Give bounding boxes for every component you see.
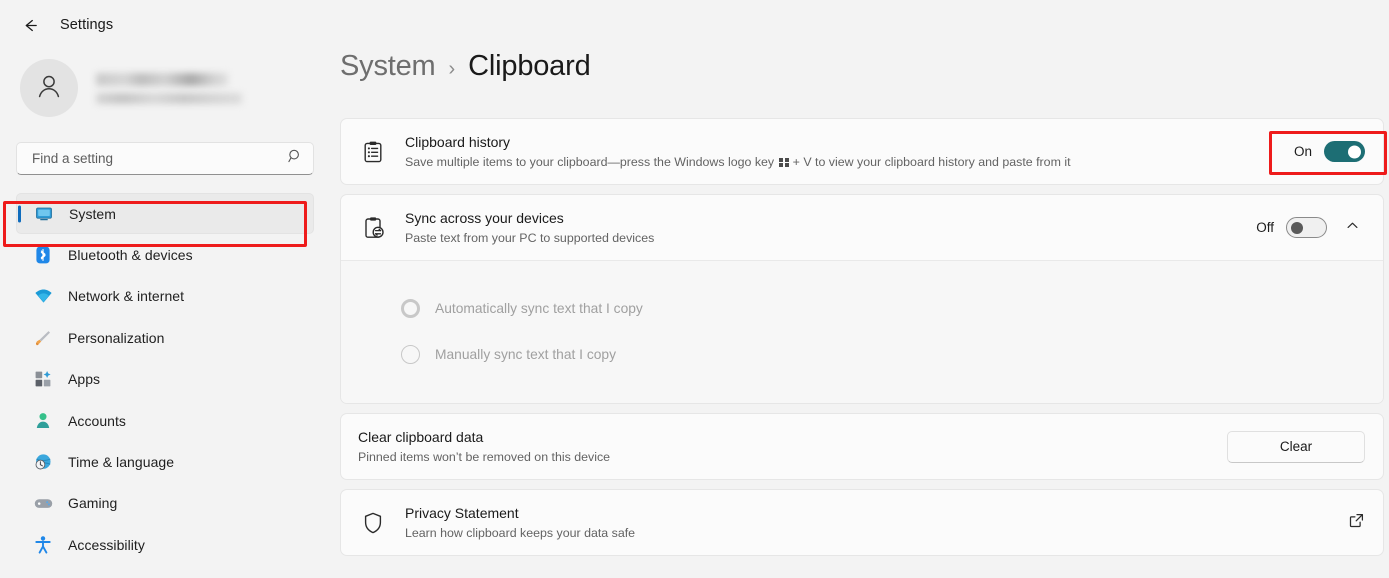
account-tile[interactable] xyxy=(16,50,314,126)
sidebar-item-label: Accounts xyxy=(68,413,126,429)
radio-button[interactable] xyxy=(401,345,420,364)
sync-expand-collapse-button[interactable] xyxy=(1339,215,1365,241)
privacy-statement-row[interactable]: Privacy Statement Learn how clipboard ke… xyxy=(341,490,1383,555)
clipboard-history-toggle[interactable] xyxy=(1324,141,1365,162)
clipboard-history-description: Save multiple items to your clipboard—pr… xyxy=(405,153,1280,171)
person-icon xyxy=(30,411,56,431)
sidebar-item-label: Bluetooth & devices xyxy=(68,247,193,263)
sidebar-item-label: Network & internet xyxy=(68,288,184,304)
sync-across-devices-row[interactable]: Sync across your devices Paste text from… xyxy=(341,195,1383,260)
clear-clipboard-data-row: Clear clipboard data Pinned items won’t … xyxy=(341,414,1383,479)
sidebar-item-bluetooth-devices[interactable]: Bluetooth & devices xyxy=(16,234,314,275)
clipboard-list-icon xyxy=(358,140,388,164)
radio-button[interactable] xyxy=(401,299,420,318)
title-bar: Settings xyxy=(0,0,1389,50)
avatar xyxy=(20,59,78,117)
windows-logo-key-icon xyxy=(779,158,789,168)
sidebar-item-accessibility[interactable]: Accessibility xyxy=(16,524,314,565)
sync-across-devices-text: Sync across your devices Paste text from… xyxy=(405,209,1242,247)
shield-icon xyxy=(358,511,388,535)
sync-across-devices-description: Paste text from your PC to supported dev… xyxy=(405,229,1242,247)
page-title: Clipboard xyxy=(468,50,590,83)
back-arrow-icon xyxy=(21,16,40,35)
breadcrumb-separator-icon: › xyxy=(449,58,456,81)
clear-clipboard-data-description: Pinned items won’t be removed on this de… xyxy=(358,448,1213,466)
back-button[interactable] xyxy=(14,9,46,41)
clock-globe-icon xyxy=(30,452,56,472)
breadcrumb: System › Clipboard xyxy=(340,50,1389,118)
sync-option-label: Manually sync text that I copy xyxy=(435,347,616,362)
accessibility-icon xyxy=(30,535,56,555)
sync-option-manual[interactable]: Manually sync text that I copy xyxy=(341,331,1383,377)
clear-clipboard-data-text: Clear clipboard data Pinned items won’t … xyxy=(358,428,1213,466)
breadcrumb-parent[interactable]: System xyxy=(340,50,436,83)
sync-option-label: Automatically sync text that I copy xyxy=(435,301,643,316)
sync-across-devices-card: Sync across your devices Paste text from… xyxy=(340,194,1384,404)
sidebar: System Bluetooth & devices xyxy=(0,50,330,578)
clear-button[interactable]: Clear xyxy=(1227,431,1365,463)
sidebar-item-label: Personalization xyxy=(68,330,164,346)
sidebar-item-gaming[interactable]: Gaming xyxy=(16,483,314,524)
clear-clipboard-data-title: Clear clipboard data xyxy=(358,428,1213,447)
sidebar-item-apps[interactable]: Apps xyxy=(16,359,314,400)
sync-option-automatic[interactable]: Automatically sync text that I copy xyxy=(341,285,1383,331)
privacy-statement-controls xyxy=(1348,512,1365,534)
clear-clipboard-data-controls: Clear xyxy=(1227,431,1365,463)
sidebar-item-time-language[interactable]: Time & language xyxy=(16,441,314,482)
account-name-redacted xyxy=(96,73,228,86)
clipboard-history-text: Clipboard history Save multiple items to… xyxy=(405,133,1280,171)
clipboard-history-toggle-state: On xyxy=(1294,144,1312,159)
search-input[interactable] xyxy=(30,150,287,167)
sidebar-item-label: Gaming xyxy=(68,495,117,511)
sync-options-panel: Automatically sync text that I copy Manu… xyxy=(341,261,1383,403)
app-title: Settings xyxy=(60,17,113,33)
sidebar-item-label: Time & language xyxy=(68,454,174,470)
description-part-1: Save multiple items to your clipboard—pr… xyxy=(405,153,774,171)
settings-window: Settings xyxy=(0,0,1389,578)
privacy-statement-title: Privacy Statement xyxy=(405,504,1334,523)
toggle-knob xyxy=(1291,222,1303,234)
main-content: System › Clipboard xyxy=(330,50,1389,578)
privacy-statement-description: Learn how clipboard keeps your data safe xyxy=(405,524,1334,542)
search-box[interactable] xyxy=(16,142,314,175)
clear-clipboard-data-card: Clear clipboard data Pinned items won’t … xyxy=(340,413,1384,480)
sync-toggle[interactable] xyxy=(1286,217,1327,238)
sidebar-item-network-internet[interactable]: Network & internet xyxy=(16,276,314,317)
apps-grid-icon xyxy=(30,369,56,389)
sync-toggle-state: Off xyxy=(1256,220,1274,235)
clipboard-history-row[interactable]: Clipboard history Save multiple items to… xyxy=(341,119,1383,184)
clipboard-history-card: Clipboard history Save multiple items to… xyxy=(340,118,1384,185)
sidebar-item-system[interactable]: System xyxy=(16,193,314,234)
sidebar-item-label: Apps xyxy=(68,371,100,387)
privacy-statement-card[interactable]: Privacy Statement Learn how clipboard ke… xyxy=(340,489,1384,556)
person-avatar-icon xyxy=(33,70,65,107)
sidebar-item-label: Accessibility xyxy=(68,537,145,553)
bluetooth-icon xyxy=(30,245,56,265)
paintbrush-icon xyxy=(30,328,56,348)
wifi-icon xyxy=(30,286,56,307)
clipboard-history-title: Clipboard history xyxy=(405,133,1280,152)
sync-toggle-group[interactable]: Off xyxy=(1256,217,1327,238)
gamepad-icon xyxy=(30,493,56,514)
description-part-2: + V to view your clipboard history and p… xyxy=(793,153,1071,171)
account-email-redacted xyxy=(96,93,242,104)
search-icon[interactable] xyxy=(287,148,303,169)
sidebar-item-label: System xyxy=(69,206,116,222)
clipboard-sync-icon xyxy=(358,216,388,240)
sidebar-item-personalization[interactable]: Personalization xyxy=(16,317,314,358)
clipboard-history-controls: On xyxy=(1294,141,1365,162)
sync-across-devices-title: Sync across your devices xyxy=(405,209,1242,228)
navigation-list: System Bluetooth & devices xyxy=(16,193,314,566)
chevron-up-icon xyxy=(1345,218,1360,238)
toggle-knob xyxy=(1348,145,1361,158)
clipboard-history-toggle-group[interactable]: On xyxy=(1294,141,1365,162)
monitor-icon xyxy=(31,204,57,224)
privacy-statement-text: Privacy Statement Learn how clipboard ke… xyxy=(405,504,1334,542)
sync-across-devices-controls: Off xyxy=(1256,215,1365,241)
sidebar-item-accounts[interactable]: Accounts xyxy=(16,400,314,441)
settings-card-list: Clipboard history Save multiple items to… xyxy=(340,118,1389,556)
open-in-new-window-icon[interactable] xyxy=(1348,512,1365,534)
account-identity xyxy=(96,73,242,104)
window-body: System Bluetooth & devices xyxy=(0,50,1389,578)
